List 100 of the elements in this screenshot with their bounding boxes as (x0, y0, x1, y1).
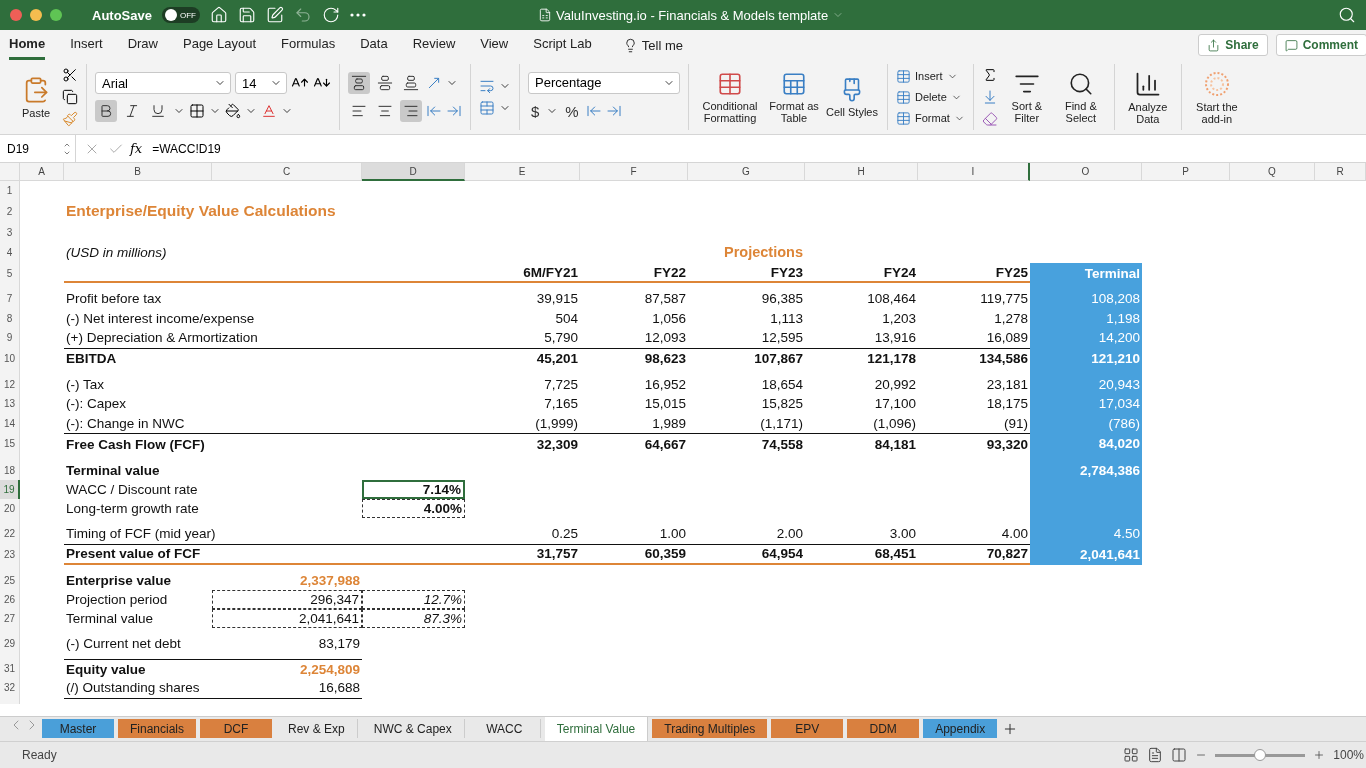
column-header[interactable]: O (1030, 163, 1142, 181)
row-header[interactable]: 22 (0, 524, 20, 544)
cell-value: 107,867 (688, 347, 805, 369)
ribbon-tab[interactable]: Script Lab (533, 30, 592, 60)
styles-button[interactable]: Format as Table (767, 70, 821, 124)
column-header[interactable]: B (64, 163, 212, 181)
ribbon-tab[interactable]: Insert (70, 30, 103, 60)
row-header[interactable]: 10 (0, 347, 20, 369)
row-header[interactable]: 4 (0, 241, 20, 263)
cell-value: (91) (1003, 414, 1029, 433)
cell-value: 1,278 (993, 309, 1029, 328)
styles-button[interactable]: Conditional Formatting (697, 70, 763, 124)
row-label: (-) Net interest income/expense (65, 309, 256, 328)
bold-button[interactable] (95, 100, 117, 122)
maximize-button[interactable] (50, 9, 62, 21)
decrease-indent-icon (426, 103, 442, 119)
sheet-tab[interactable]: Trading Multiples (652, 719, 768, 738)
name-box[interactable]: D19 (0, 135, 76, 162)
percent-button[interactable]: % (562, 99, 582, 123)
sort-filter-button[interactable]: Sort & Filter (1001, 70, 1052, 124)
input-cell[interactable]: 4.00% (362, 499, 465, 518)
column-header[interactable]: P (1142, 163, 1230, 181)
minimize-button[interactable] (30, 9, 42, 21)
sheet-tab[interactable]: Appendix (923, 719, 998, 738)
cells-button[interactable]: Delete (896, 89, 962, 105)
column-header[interactable]: Q (1230, 163, 1315, 181)
currency-button[interactable]: $ (528, 99, 543, 123)
comments-button[interactable]: Comment (1275, 34, 1366, 56)
font-select[interactable]: Arial (95, 72, 231, 94)
zoom-thumb[interactable] (1254, 748, 1267, 761)
sheet-tab[interactable]: Master (42, 719, 114, 738)
column-header[interactable]: E (465, 163, 580, 181)
close-button[interactable] (10, 9, 22, 21)
sheet-tab[interactable]: EPV (771, 719, 844, 738)
ribbon-tab[interactable]: View (480, 30, 509, 60)
ribbon-tab[interactable]: Page Layout (183, 30, 256, 60)
row-header[interactable]: 31 (0, 659, 20, 678)
row-header[interactable]: 8 (0, 308, 20, 328)
ribbon-tab[interactable]: Review (412, 30, 456, 60)
sheet-tab[interactable]: DCF (200, 719, 273, 738)
row-header[interactable]: 5 (0, 263, 20, 283)
column-header[interactable]: G (688, 163, 805, 181)
column-header[interactable]: D (362, 163, 465, 181)
cell-value[interactable]: 2,041,641 (212, 608, 362, 628)
tell-me-button[interactable]: Tell me (616, 36, 689, 54)
align-bottom-icon (403, 75, 419, 91)
row-header[interactable]: 15 (0, 433, 20, 454)
align-top-button[interactable] (348, 72, 370, 94)
sheet-tab[interactable]: Rev & Exp (276, 719, 358, 738)
column-header[interactable]: H (805, 163, 918, 181)
cell-value: 17,034 (1098, 396, 1140, 412)
row-header[interactable]: 29 (0, 633, 20, 653)
sheet-tab[interactable]: Financials (118, 719, 197, 738)
row-header[interactable]: 9 (0, 328, 20, 348)
row-header[interactable]: 20 (0, 499, 20, 518)
row-header[interactable]: 1 (0, 181, 20, 199)
row-header[interactable]: 2 (0, 199, 20, 223)
input-cell[interactable]: 87.3% (362, 608, 465, 628)
ribbon-tab[interactable]: Formulas (281, 30, 336, 60)
font-size-select[interactable]: 14 (235, 72, 287, 94)
formula-input[interactable]: =WACC!D19 (152, 141, 221, 156)
cell-value: 4.50 (1113, 526, 1140, 542)
column-header[interactable]: C (212, 163, 362, 181)
sheet-tab[interactable]: WACC (468, 719, 541, 738)
row-header[interactable]: 19 (0, 480, 20, 499)
column-header[interactable]: R (1315, 163, 1366, 181)
ribbon-tab[interactable]: Draw (127, 30, 158, 60)
ribbon-tab[interactable]: Data (360, 30, 388, 60)
cells-button[interactable]: Format (896, 110, 965, 126)
column-header[interactable]: F (580, 163, 688, 181)
sheet-tab[interactable]: DDM (847, 719, 920, 738)
addin-button[interactable]: Start the add-in (1189, 69, 1244, 125)
column-header[interactable]: A (20, 163, 64, 181)
number-format-select[interactable]: Percentage (528, 71, 680, 94)
find-select-button[interactable]: Find & Select (1055, 70, 1106, 124)
row-header[interactable]: 14 (0, 413, 20, 433)
cell-value: 108,464 (866, 290, 917, 309)
column-header[interactable]: I (918, 163, 1030, 181)
cells-button[interactable]: Insert (896, 68, 958, 84)
analyze-data-button[interactable]: Analyze Data (1122, 69, 1173, 125)
align-right-button[interactable] (400, 100, 422, 122)
paste-button[interactable]: Paste (14, 75, 58, 119)
input-cell[interactable]: 12.7% (362, 589, 465, 609)
cell-value[interactable]: 296,347 (212, 589, 362, 609)
sheet-tab[interactable]: Terminal Value (544, 717, 649, 741)
row-header[interactable]: 3 (0, 223, 20, 241)
row-header[interactable]: 23 (0, 543, 20, 565)
row-header[interactable]: 7 (0, 289, 20, 309)
sheet-tab[interactable]: NWC & Capex (361, 719, 465, 738)
styles-button[interactable]: Cell Styles (825, 76, 879, 118)
row-header[interactable]: 12 (0, 374, 20, 394)
orientation-icon (426, 75, 442, 91)
function-label[interactable]: fx (130, 141, 143, 156)
row-header[interactable]: 32 (0, 678, 20, 698)
share-button[interactable]: Share (1198, 34, 1268, 56)
row-header[interactable]: 18 (0, 460, 20, 480)
autosave-toggle[interactable]: OFF (161, 7, 200, 23)
row-header[interactable]: 13 (0, 394, 20, 414)
more-icon[interactable] (349, 13, 366, 17)
input-cell[interactable]: 7.14% (362, 480, 465, 499)
